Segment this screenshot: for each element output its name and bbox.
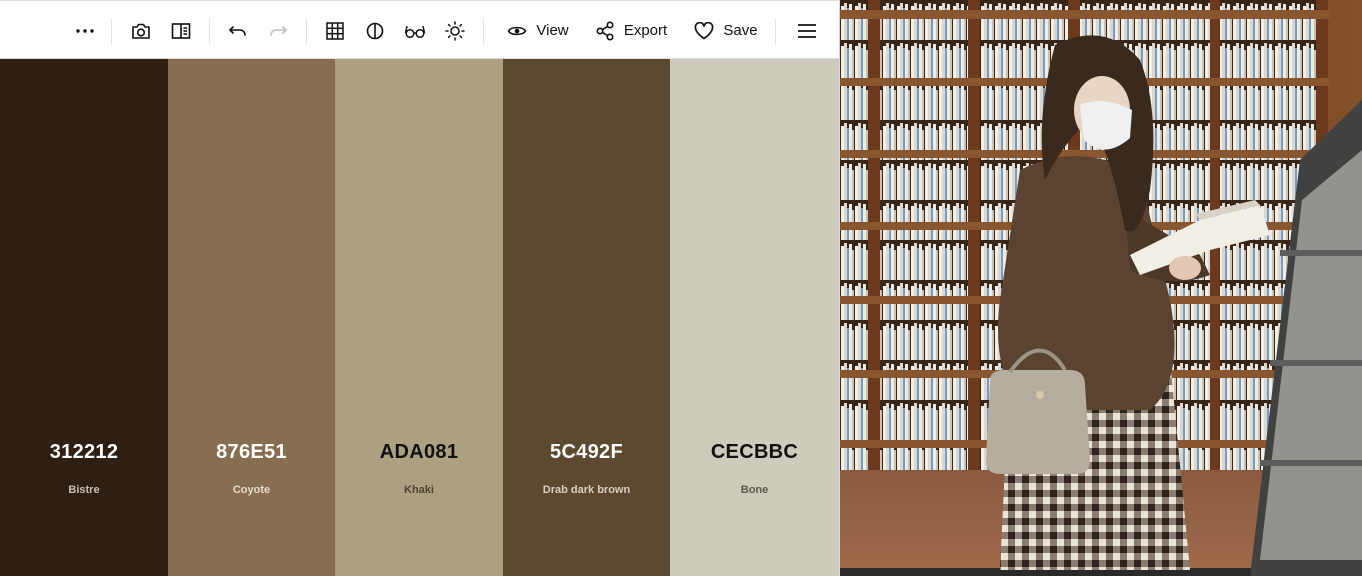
toolbar: View Export Save (0, 0, 839, 59)
grid-icon (326, 21, 344, 40)
undo-button[interactable] (225, 1, 251, 60)
sun-icon (445, 20, 465, 41)
undo-icon (228, 25, 246, 36)
color-swatch-1[interactable]: 312212 Bistre (0, 59, 168, 576)
export-button[interactable]: Export (592, 1, 670, 60)
swatch-color-name: Bistre (68, 484, 100, 496)
contrast-icon (366, 22, 384, 39)
toolbar-divider (306, 18, 307, 44)
color-swatch-4[interactable]: 5C492F Drab dark brown (503, 59, 670, 576)
contrast-button[interactable] (362, 1, 388, 60)
ellipsis-icon (76, 28, 94, 33)
redo-button[interactable] (265, 1, 291, 60)
swatch-hex-code[interactable]: 5C492F (503, 441, 670, 464)
side-panel-icon (171, 22, 191, 39)
swatch-hex-code[interactable]: 876E51 (168, 441, 335, 464)
swatch-color-name: Khaki (404, 484, 434, 496)
view-label: View (536, 22, 569, 39)
heart-icon (695, 21, 714, 39)
swatch-hex-code[interactable]: 312212 (0, 441, 168, 464)
export-label: Export (623, 22, 668, 39)
library-photo-illustration (840, 0, 1362, 576)
swatch-color-name: Bone (740, 484, 769, 496)
glasses-icon (404, 25, 426, 38)
eye-icon (507, 26, 527, 35)
redo-icon (270, 25, 288, 36)
menu-button[interactable] (793, 1, 821, 60)
color-palette: 312212 Bistre 876E51 Coyote ADA081 Khaki… (0, 59, 839, 576)
toolbar-divider (111, 18, 112, 44)
grid-view-button[interactable] (322, 1, 348, 60)
palette-generator-panel: View Export Save 312212 Bistre 876E51 Co… (0, 0, 840, 576)
toolbar-divider (209, 18, 210, 44)
swatch-hex-code[interactable]: CECBBC (670, 441, 839, 464)
more-options-button[interactable] (68, 1, 102, 60)
view-mode-button[interactable] (168, 1, 194, 60)
toolbar-divider (483, 18, 484, 44)
swatch-color-name: Coyote (232, 484, 271, 496)
toolbar-divider (775, 18, 776, 44)
share-icon (596, 20, 614, 41)
color-swatch-5[interactable]: CECBBC Bone (670, 59, 839, 576)
color-swatch-2[interactable]: 876E51 Coyote (168, 59, 335, 576)
brightness-button[interactable] (442, 1, 468, 60)
source-photo (840, 0, 1362, 576)
camera-icon (132, 23, 150, 39)
swatch-hex-code[interactable]: ADA081 (335, 441, 503, 464)
screenshot-button[interactable] (128, 1, 154, 60)
hamburger-icon (798, 23, 816, 38)
swatch-color-name: Drab dark brown (542, 484, 631, 496)
color-blindness-button[interactable] (402, 1, 428, 60)
view-button[interactable]: View (503, 1, 573, 60)
color-swatch-3[interactable]: ADA081 Khaki (335, 59, 503, 576)
save-button[interactable]: Save (692, 1, 760, 60)
save-label: Save (723, 22, 758, 39)
